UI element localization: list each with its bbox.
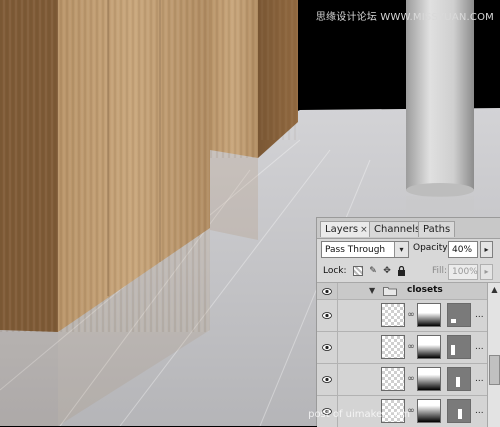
layer-name-truncated: ...: [475, 374, 484, 384]
tab-layers-label: Layers: [325, 224, 359, 235]
layer-thumbnail[interactable]: [381, 367, 405, 391]
group-name: closets: [407, 285, 443, 295]
padlock-icon[interactable]: [396, 265, 406, 276]
layer-row[interactable]: ∞ ...: [317, 300, 487, 332]
blend-mode-value: Pass Through: [325, 245, 386, 255]
brush-icon[interactable]: ✎: [368, 266, 378, 276]
vector-mask-thumbnail[interactable]: [447, 367, 471, 391]
layer-mask-thumbnail[interactable]: [417, 303, 441, 327]
layers-panel: Layers × Channels Paths Pass Through ▾ Op…: [316, 217, 500, 427]
layer-name-truncated: ...: [475, 406, 484, 416]
layers-list: ▼ closets ∞ ... ∞ ... ∞ ... ∞ ...: [317, 283, 487, 427]
visibility-toggle[interactable]: [317, 300, 338, 331]
chain-link-icon[interactable]: ∞: [407, 373, 415, 385]
vector-mask-thumbnail[interactable]: [447, 303, 471, 327]
layer-row[interactable]: ∞ ...: [317, 332, 487, 364]
scrollbar-thumb[interactable]: [489, 355, 500, 385]
panel-tab-bar: Layers × Channels Paths: [317, 218, 500, 239]
layer-mask-thumbnail[interactable]: [417, 335, 441, 359]
opacity-label: Opacity:: [413, 243, 450, 253]
layer-mask-thumbnail[interactable]: [417, 399, 441, 423]
layers-scrollbar[interactable]: ▲: [487, 283, 500, 427]
eye-icon: [322, 288, 332, 295]
blend-opacity-row: Pass Through ▾ Opacity: 40% ▸: [317, 239, 500, 261]
blend-mode-select[interactable]: Pass Through ▾: [321, 241, 409, 258]
visibility-toggle[interactable]: [317, 283, 338, 299]
chevron-down-icon[interactable]: ▾: [394, 242, 408, 257]
tab-paths[interactable]: Paths: [418, 221, 456, 237]
tab-channels-label: Channels: [374, 224, 421, 235]
close-icon[interactable]: ×: [360, 225, 368, 235]
opacity-slider-arrow-icon[interactable]: ▸: [480, 241, 493, 258]
fill-label: Fill:: [432, 266, 448, 276]
layer-group-row[interactable]: ▼ closets: [317, 283, 487, 300]
watermark-top: 思缘设计论坛 WWW.MISSYUAN.COM: [315, 12, 494, 23]
visibility-toggle[interactable]: [317, 332, 338, 363]
eye-icon: [322, 376, 332, 383]
watermark-bottom: post of uimaker.com: [308, 409, 410, 420]
layer-mask-thumbnail[interactable]: [417, 367, 441, 391]
eye-icon: [322, 312, 332, 319]
layer-row[interactable]: ∞ ...: [317, 364, 487, 396]
expand-arrow-icon[interactable]: ▼: [369, 286, 375, 295]
chain-link-icon[interactable]: ∞: [407, 341, 415, 353]
fill-input[interactable]: 100%: [448, 264, 478, 280]
fill-slider-arrow-icon[interactable]: ▸: [480, 264, 493, 280]
vector-mask-thumbnail[interactable]: [447, 335, 471, 359]
checkerboard-lock-icon[interactable]: [353, 266, 363, 276]
chain-link-icon[interactable]: ∞: [407, 309, 415, 321]
scroll-up-arrow-icon[interactable]: ▲: [489, 285, 500, 295]
tab-channels[interactable]: Channels: [369, 221, 426, 237]
lock-fill-row: Lock: ✎ ✥ Fill: 100% ▸: [317, 262, 500, 283]
visibility-toggle[interactable]: [317, 364, 338, 395]
tab-paths-label: Paths: [423, 224, 451, 235]
opacity-input[interactable]: 40%: [448, 241, 478, 258]
move-icon[interactable]: ✥: [382, 266, 392, 276]
vector-mask-thumbnail[interactable]: [447, 399, 471, 423]
layer-name-truncated: ...: [475, 342, 484, 352]
layer-thumbnail[interactable]: [381, 335, 405, 359]
folder-icon: [383, 287, 397, 296]
lock-label: Lock:: [323, 266, 347, 276]
eye-icon: [322, 344, 332, 351]
layer-name-truncated: ...: [475, 310, 484, 320]
layer-thumbnail[interactable]: [381, 303, 405, 327]
tab-layers[interactable]: Layers ×: [320, 221, 373, 237]
